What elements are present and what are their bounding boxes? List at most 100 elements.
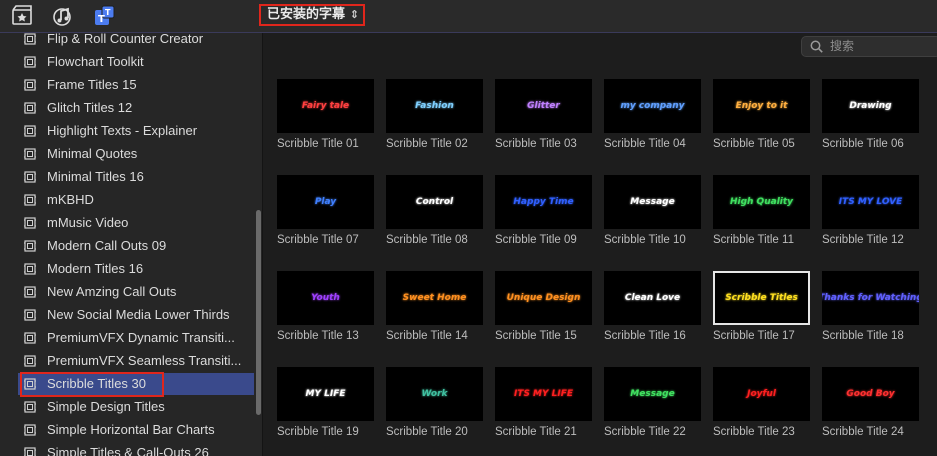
title-thumbnail[interactable]: Fashion bbox=[386, 79, 483, 133]
title-tile[interactable]: Drawing Scribble Title 06 bbox=[822, 79, 919, 159]
sidebar-item[interactable]: Minimal Titles 16 bbox=[18, 166, 254, 188]
title-thumbnail[interactable]: Message bbox=[604, 367, 701, 421]
title-caption: Scribble Title 09 bbox=[495, 234, 577, 246]
sidebar-item[interactable]: Modern Call Outs 09 bbox=[18, 235, 254, 257]
title-tile[interactable]: Clean Love Scribble Title 16 bbox=[604, 271, 701, 351]
title-thumbnail[interactable]: ITS MY LOVE bbox=[822, 175, 919, 229]
sidebar-item[interactable]: Simple Design Titles bbox=[18, 396, 254, 418]
title-theme-icon bbox=[24, 171, 36, 183]
thumbnail-artwork-text: High Quality bbox=[729, 197, 794, 207]
installed-titles-popup[interactable]: 已安装的字幕 ⇕ bbox=[259, 4, 365, 26]
sidebar-item[interactable]: Modern Titles 16 bbox=[18, 258, 254, 280]
title-tile[interactable]: Play Scribble Title 07 bbox=[277, 175, 374, 255]
title-tile[interactable]: Enjoy to it Scribble Title 05 bbox=[713, 79, 810, 159]
sidebar-item[interactable]: Glitch Titles 12 bbox=[18, 97, 254, 119]
thumbnail-artwork-text: Clean Love bbox=[624, 293, 681, 303]
title-tile[interactable]: Message Scribble Title 22 bbox=[604, 367, 701, 447]
title-theme-icon bbox=[24, 240, 36, 252]
title-caption: Scribble Title 12 bbox=[822, 234, 904, 246]
title-tile[interactable]: MY LIFE Scribble Title 19 bbox=[277, 367, 374, 447]
sidebar-item[interactable]: Scribble Titles 30 bbox=[18, 373, 254, 395]
sidebar-item[interactable]: Highlight Texts - Explainer bbox=[18, 120, 254, 142]
title-tile[interactable]: Unique Design Scribble Title 15 bbox=[495, 271, 592, 351]
title-caption: Scribble Title 21 bbox=[495, 426, 577, 438]
title-tile[interactable]: Joyful Scribble Title 23 bbox=[713, 367, 810, 447]
sidebar-item[interactable]: Simple Titles & Call-Outs 26 bbox=[18, 442, 254, 456]
title-thumbnail[interactable]: Glitter bbox=[495, 79, 592, 133]
thumbnail-artwork-text: Message bbox=[630, 389, 675, 399]
title-tile[interactable]: ITS MY LIFE Scribble Title 21 bbox=[495, 367, 592, 447]
title-theme-icon bbox=[24, 447, 36, 456]
title-caption: Scribble Title 16 bbox=[604, 330, 686, 342]
title-thumbnail[interactable]: Happy Time bbox=[495, 175, 592, 229]
sidebar-item[interactable]: mKBHD bbox=[18, 189, 254, 211]
title-thumbnail[interactable]: Sweet Home bbox=[386, 271, 483, 325]
sidebar-item[interactable]: PremiumVFX Seamless Transiti... bbox=[18, 350, 254, 372]
title-theme-icon bbox=[24, 217, 36, 229]
title-theme-icon bbox=[24, 79, 36, 91]
sidebar-item-label: New Social Media Lower Thirds bbox=[47, 307, 230, 322]
sidebar-item-label: Simple Design Titles bbox=[47, 399, 165, 414]
title-thumbnail[interactable]: Joyful bbox=[713, 367, 810, 421]
title-thumbnail[interactable]: Youth bbox=[277, 271, 374, 325]
title-caption: Scribble Title 02 bbox=[386, 138, 468, 150]
title-thumbnail[interactable]: Work bbox=[386, 367, 483, 421]
title-thumbnail[interactable]: Drawing bbox=[822, 79, 919, 133]
sidebar-scrollbar[interactable] bbox=[256, 210, 261, 415]
sidebar-item[interactable]: PremiumVFX Dynamic Transiti... bbox=[18, 327, 254, 349]
title-tile[interactable]: my company Scribble Title 04 bbox=[604, 79, 701, 159]
title-theme-icon bbox=[24, 102, 36, 114]
audio-browser-icon[interactable] bbox=[53, 5, 75, 27]
title-thumbnail[interactable]: ITS MY LIFE bbox=[495, 367, 592, 421]
titles-library-sidebar[interactable]: Flip & Roll Counter Creator Flowchart Too… bbox=[0, 33, 263, 456]
sidebar-item-label: Minimal Titles 16 bbox=[47, 169, 144, 184]
sidebar-item[interactable]: Flip & Roll Counter Creator bbox=[18, 33, 254, 50]
title-tile[interactable]: Glitter Scribble Title 03 bbox=[495, 79, 592, 159]
titles-browser-icon[interactable]: T T bbox=[94, 5, 116, 27]
title-tile[interactable]: Thanks for Watching Scribble Title 18 bbox=[822, 271, 919, 351]
search-field[interactable]: 搜索 bbox=[801, 36, 937, 57]
title-tile[interactable]: Fairy tale Scribble Title 01 bbox=[277, 79, 374, 159]
title-thumbnail[interactable]: Clean Love bbox=[604, 271, 701, 325]
title-thumbnail[interactable]: Good Boy bbox=[822, 367, 919, 421]
title-thumbnail[interactable]: Control bbox=[386, 175, 483, 229]
title-tile[interactable]: Control Scribble Title 08 bbox=[386, 175, 483, 255]
title-tile[interactable]: ITS MY LOVE Scribble Title 12 bbox=[822, 175, 919, 255]
thumbnail-artwork-text: Play bbox=[314, 197, 337, 207]
thumbnail-artwork-text: Enjoy to it bbox=[735, 101, 788, 111]
sidebar-item-label: New Amzing Call Outs bbox=[47, 284, 177, 299]
titles-grid-panel: 搜索 Fairy tale Scribble Title 01 Fashion Scr… bbox=[263, 33, 937, 456]
title-theme-icon bbox=[24, 148, 36, 160]
sidebar-item[interactable]: Frame Titles 15 bbox=[18, 74, 254, 96]
sidebar-item[interactable]: New Social Media Lower Thirds bbox=[18, 304, 254, 326]
title-thumbnail[interactable]: MY LIFE bbox=[277, 367, 374, 421]
sidebar-item-label: Frame Titles 15 bbox=[47, 77, 137, 92]
title-thumbnail[interactable]: Unique Design bbox=[495, 271, 592, 325]
title-thumbnail[interactable]: Enjoy to it bbox=[713, 79, 810, 133]
sidebar-item[interactable]: mMusic Video bbox=[18, 212, 254, 234]
title-tile[interactable]: Sweet Home Scribble Title 14 bbox=[386, 271, 483, 351]
title-tile[interactable]: Scribble Titles Scribble Title 17 bbox=[713, 271, 810, 351]
popup-chevron-icon: ⇕ bbox=[349, 8, 359, 21]
sidebar-item[interactable]: Minimal Quotes bbox=[18, 143, 254, 165]
title-thumbnail[interactable]: High Quality bbox=[713, 175, 810, 229]
sidebar-item[interactable]: Simple Horizontal Bar Charts bbox=[18, 419, 254, 441]
sidebar-item[interactable]: Flowchart Toolkit bbox=[18, 51, 254, 73]
title-tile[interactable]: Happy Time Scribble Title 09 bbox=[495, 175, 592, 255]
title-tile[interactable]: Fashion Scribble Title 02 bbox=[386, 79, 483, 159]
title-tile[interactable]: Work Scribble Title 20 bbox=[386, 367, 483, 447]
title-caption: Scribble Title 11 bbox=[713, 234, 794, 246]
title-thumbnail[interactable]: Scribble Titles bbox=[713, 271, 810, 325]
sidebar-item[interactable]: New Amzing Call Outs bbox=[18, 281, 254, 303]
title-tile[interactable]: Message Scribble Title 10 bbox=[604, 175, 701, 255]
title-tile[interactable]: Youth Scribble Title 13 bbox=[277, 271, 374, 351]
title-thumbnail[interactable]: my company bbox=[604, 79, 701, 133]
title-thumbnail[interactable]: Message bbox=[604, 175, 701, 229]
title-thumbnail[interactable]: Fairy tale bbox=[277, 79, 374, 133]
browser-toolbar: T T 已安装的字幕 ⇕ bbox=[0, 0, 937, 33]
title-thumbnail[interactable]: Play bbox=[277, 175, 374, 229]
title-tile[interactable]: High Quality Scribble Title 11 bbox=[713, 175, 810, 255]
title-thumbnail[interactable]: Thanks for Watching bbox=[822, 271, 919, 325]
title-tile[interactable]: Good Boy Scribble Title 24 bbox=[822, 367, 919, 447]
media-browser-icon[interactable] bbox=[12, 5, 34, 27]
